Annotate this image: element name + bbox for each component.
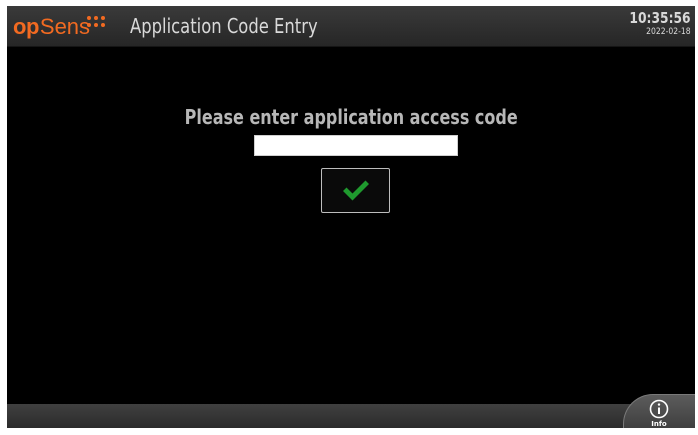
- info-label: Info: [651, 420, 667, 428]
- checkmark-icon: [342, 180, 369, 200]
- opsens-logo: op Sens: [13, 12, 105, 40]
- logo-op-text: op: [13, 14, 39, 39]
- page-title: Application Code Entry: [130, 14, 318, 38]
- clock-date: 2022-02-18: [646, 27, 691, 37]
- clock-time: 10:35:56: [629, 9, 691, 27]
- logo-dots-icon: [87, 16, 111, 28]
- main-panel: Please enter application access code: [7, 47, 695, 404]
- confirm-button[interactable]: [321, 168, 390, 213]
- device-screen: op Sens Application Code Entry 10:35:56 …: [7, 6, 695, 428]
- info-icon: [649, 399, 669, 419]
- access-code-prompt-text: Please enter application access code: [184, 105, 518, 129]
- logo-sens-text: Sens: [39, 14, 91, 39]
- access-code-input[interactable]: [254, 135, 458, 156]
- access-code-prompt: Please enter application access code: [7, 105, 695, 129]
- bottom-bar: [7, 404, 695, 428]
- title-bar: op Sens Application Code Entry 10:35:56 …: [7, 6, 695, 47]
- clock: 10:35:56 2022-02-18: [616, 10, 691, 38]
